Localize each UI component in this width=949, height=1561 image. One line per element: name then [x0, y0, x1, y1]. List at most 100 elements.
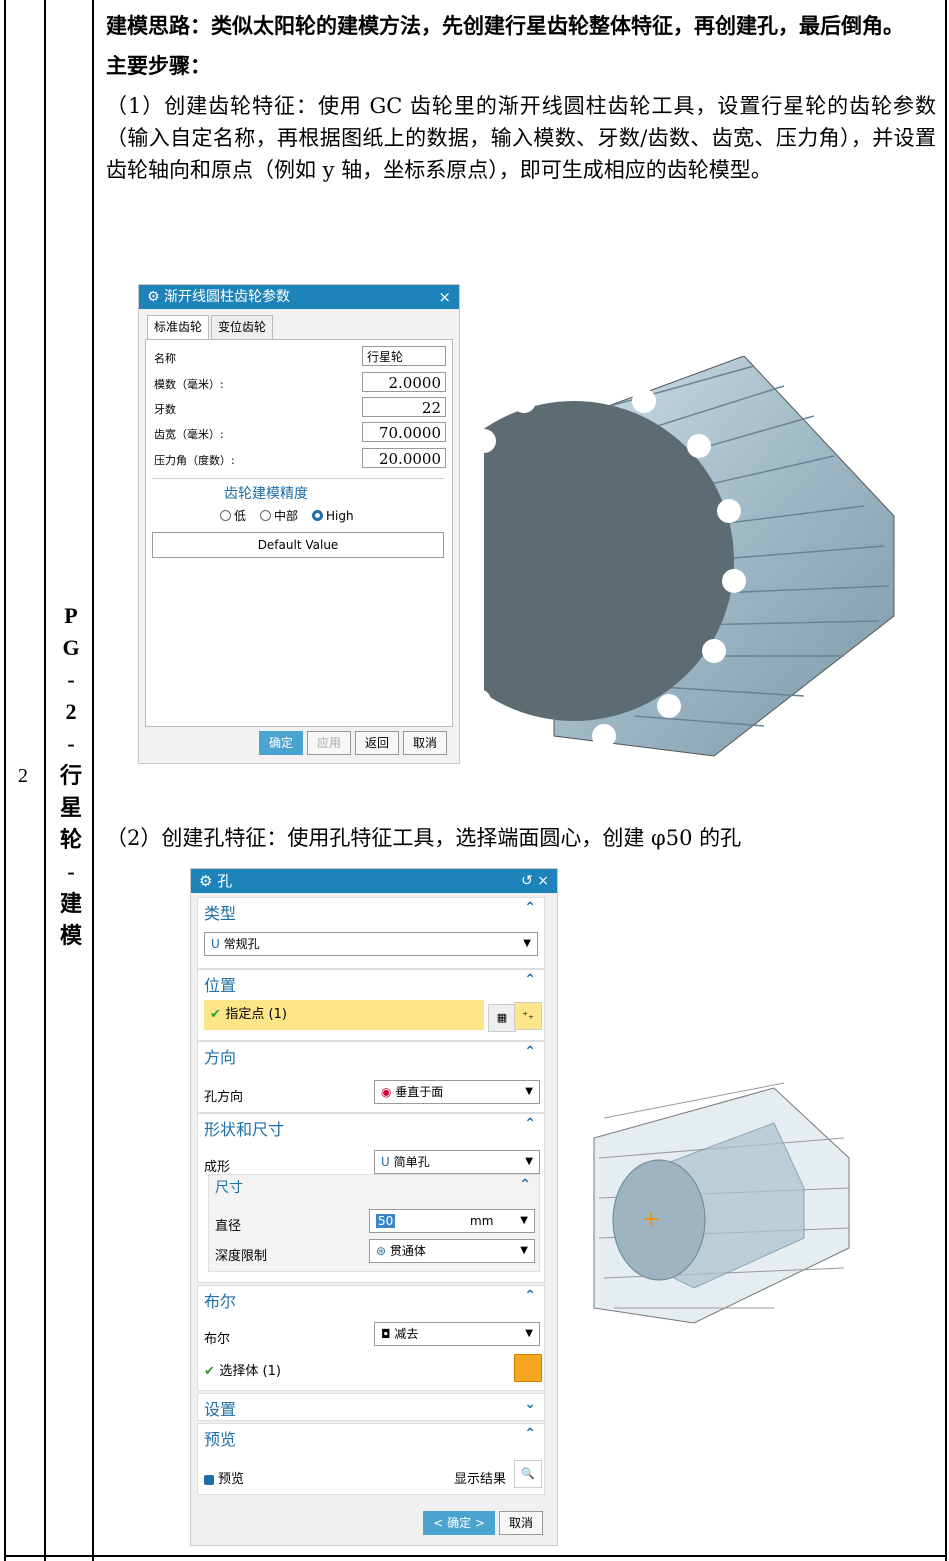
section-type: 类型 ⌃ U 常规孔 ▼ [197, 897, 545, 969]
table-border-left [4, 0, 6, 1561]
precision-radios: 低 中部 High [220, 507, 354, 524]
chevron-up-icon[interactable]: ⌃ [524, 1044, 536, 1060]
row-number: 2 [18, 765, 28, 787]
chevron-up-icon[interactable]: ⌃ [524, 1116, 536, 1132]
gear-params-panel: 名称 行星轮 模数（毫米）: 2.0000 牙数 22 齿宽（毫米）: 70.0… [145, 339, 453, 727]
radio-high[interactable]: High [312, 507, 354, 524]
param-label: 压力角（度数）: [154, 454, 235, 467]
table-border-bottom [4, 1555, 947, 1557]
hole-dialog-title-bar: ⚙ 孔 ↺ × [191, 869, 557, 893]
steps-heading: 主要步骤： [106, 53, 211, 78]
param-label: 名称 [154, 352, 176, 365]
boolean-label: 布尔 [204, 1332, 231, 1347]
boolean-dropdown[interactable]: ◘ 减去 ▼ [374, 1322, 540, 1346]
ok-button[interactable]: 确定 [258, 731, 303, 755]
check-icon: ✔ [204, 1364, 220, 1379]
param-label: 模数（毫米）: [154, 378, 224, 391]
diameter-input[interactable]: 50 mm ▼ [369, 1209, 535, 1233]
section-direction: 方向 ⌃ 孔方向 ◉ 垂直于面 ▼ [197, 1041, 545, 1113]
step-2-text: （2）创建孔特征：使用孔特征工具，选择端面圆心，创建 φ50 的孔 [106, 826, 742, 850]
chevron-down-icon: ▼ [525, 1328, 533, 1339]
unit-label: mm [470, 1214, 494, 1228]
hole-dialog-title: 孔 [217, 872, 233, 890]
form-label: 成形 [204, 1160, 231, 1175]
normal-icon: ◉ [381, 1085, 396, 1099]
gear-dialog-buttons: 确定 应用 返回 取消 [258, 731, 447, 755]
position-heading: 位置 [204, 976, 237, 995]
precision-title: 齿轮建模精度 [224, 486, 308, 502]
name-field[interactable]: 行星轮 [362, 346, 446, 366]
dimensions-subsection: 尺寸 ⌃ 直径 50 mm ▼ 深度限制 ⊛ 贯通体 ▼ [208, 1174, 540, 1272]
form-dropdown[interactable]: U 简单孔 ▼ [374, 1150, 540, 1174]
direction-heading: 方向 [204, 1048, 237, 1067]
sketch-icon[interactable]: ▦ [488, 1004, 516, 1032]
cancel-button[interactable]: 取消 [498, 1511, 543, 1535]
hole-type-dropdown[interactable]: U 常规孔 ▼ [204, 932, 538, 956]
back-button[interactable]: 返回 [354, 731, 399, 755]
reset-close-icons[interactable]: ↺ × [521, 869, 549, 893]
simple-hole-icon: U [381, 1155, 394, 1169]
gear-dialog-title: 渐开线圆柱齿轮参数 [164, 289, 291, 305]
dimensions-heading: 尺寸 [215, 1180, 243, 1196]
chevron-up-icon[interactable]: ⌃ [524, 900, 536, 916]
type-heading: 类型 [204, 904, 237, 923]
param-row-teeth: 牙数 22 [154, 397, 446, 419]
checkbox-checked-icon [204, 1474, 214, 1485]
radio-low[interactable]: 低 [220, 507, 246, 524]
apply-button[interactable]: 应用 [306, 731, 351, 755]
gear-dialog-title-bar: ⚙ 渐开线圆柱齿轮参数 × [139, 285, 459, 309]
diameter-label: 直径 [215, 1219, 242, 1234]
modeling-idea: 建模思路：类似太阳轮的建模方法，先创建行星齿轮整体特征，再创建孔，最后倒角。 [106, 13, 904, 38]
check-icon: ✔ [210, 1007, 226, 1022]
magnifier-icon[interactable]: 🔍 [514, 1460, 542, 1488]
content-cell: 建模思路：类似太阳轮的建模方法，先创建行星齿轮整体特征，再创建孔，最后倒角。 主… [106, 10, 936, 186]
boolean-heading: 布尔 [204, 1292, 237, 1311]
radio-medium[interactable]: 中部 [260, 507, 298, 524]
close-icon[interactable]: × [438, 285, 451, 309]
ok-button[interactable]: < 确定 > [423, 1511, 495, 1535]
preview-checkbox[interactable]: 预览 [204, 1468, 244, 1487]
chevron-down-icon: ▼ [520, 1245, 528, 1256]
section-preview: 预览 ⌃ 预览 显示结果 🔍 [197, 1423, 545, 1495]
depth-limit-dropdown[interactable]: ⊛ 贯通体 ▼ [369, 1239, 535, 1263]
hole-dialog: ⚙ 孔 ↺ × 类型 ⌃ U 常规孔 ▼ 位置 ⌃ ✔ 指定点 (1) ▦ ⁺₊… [190, 868, 558, 1546]
subtract-icon: ◘ [381, 1327, 395, 1341]
chevron-down-icon[interactable]: ⌄ [524, 1396, 536, 1412]
tab-standard-gear[interactable]: 标准齿轮 [147, 315, 210, 339]
select-body-row[interactable]: ✔ 选择体 (1) [204, 1360, 281, 1379]
chevron-up-icon[interactable]: ⌃ [524, 1426, 536, 1442]
param-label: 齿宽（毫米）: [154, 428, 224, 441]
gear-with-hole-image: + [593, 1082, 850, 1324]
teeth-field[interactable]: 22 [362, 397, 446, 417]
radio-icon [260, 510, 272, 521]
cancel-button[interactable]: 取消 [402, 731, 447, 755]
settings-heading: 设置 [204, 1400, 237, 1419]
param-row-face-width: 齿宽（毫米）: 70.0000 [154, 422, 446, 444]
chevron-down-icon: ▼ [520, 1215, 528, 1226]
param-row-name: 名称 行星轮 [154, 346, 446, 368]
hole-dialog-buttons: < 确定 > 取消 [423, 1511, 543, 1535]
hole-direction-dropdown[interactable]: ◉ 垂直于面 ▼ [374, 1080, 540, 1104]
tab-shifted-gear[interactable]: 变位齿轮 [211, 315, 274, 339]
solid-body-icon[interactable] [514, 1354, 542, 1382]
chevron-down-icon: ▼ [525, 1156, 533, 1167]
pressure-angle-field[interactable]: 20.0000 [362, 448, 446, 468]
default-value-button[interactable]: Default Value [152, 532, 444, 558]
hole-type-icon: U [211, 937, 224, 951]
section-position: 位置 ⌃ ✔ 指定点 (1) ▦ ⁺₊ [197, 969, 545, 1041]
chevron-up-icon[interactable]: ⌃ [524, 972, 536, 988]
point-dialog-icon[interactable]: ⁺₊ [514, 1002, 542, 1030]
face-width-field[interactable]: 70.0000 [362, 422, 446, 442]
chevron-down-icon: ▼ [523, 938, 531, 949]
module-field[interactable]: 2.0000 [362, 372, 446, 392]
gear-icon: ⚙ [199, 872, 218, 890]
chevron-down-icon: ▼ [525, 1086, 533, 1097]
section-shape-size: 形状和尺寸 ⌃ 成形 U 简单孔 ▼ 尺寸 ⌃ 直径 50 mm ▼ 深度限制 … [197, 1113, 545, 1283]
gear-parameters-dialog: ⚙ 渐开线圆柱齿轮参数 × 标准齿轮 变位齿轮 名称 行星轮 模数（毫米）: 2… [138, 284, 460, 764]
svg-text:+: + [642, 1207, 660, 1232]
specify-point-row[interactable]: ✔ 指定点 (1) [204, 1000, 484, 1030]
chevron-up-icon[interactable]: ⌃ [519, 1177, 531, 1193]
radio-icon [220, 510, 231, 521]
chevron-up-icon[interactable]: ⌃ [524, 1288, 536, 1304]
preview-heading: 预览 [204, 1430, 237, 1449]
